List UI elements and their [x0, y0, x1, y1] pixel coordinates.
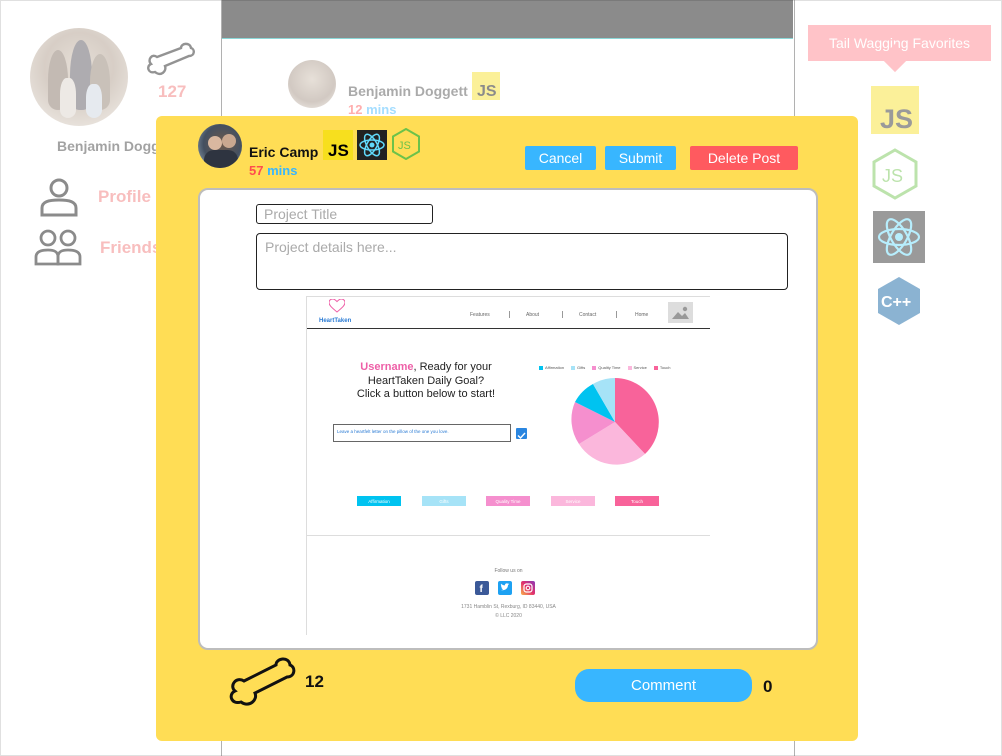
legend-item: Gifts [571, 365, 585, 370]
bone-icon[interactable] [226, 656, 298, 716]
modal-author-name: Eric Camp [249, 144, 319, 160]
bone-score: 127 [158, 82, 187, 101]
profile-avatar[interactable] [30, 28, 128, 126]
svg-text:C++: C++ [881, 294, 911, 311]
username-highlight: Username [360, 361, 414, 373]
react-icon [357, 130, 387, 160]
sidebar-item-profile[interactable]: Profile [38, 176, 151, 218]
preview-copyright: © LLC 2020 [495, 613, 522, 619]
feed-post-time: 12 mins [348, 102, 396, 117]
feed-banner [222, 0, 793, 39]
submit-button[interactable]: Submit [605, 146, 676, 170]
project-title-input[interactable] [256, 204, 433, 224]
comment-button[interactable]: Comment [575, 669, 752, 702]
post-edit-card: HeartTaken Features About Contact Home U… [198, 188, 818, 650]
preview-logo: HeartTaken [319, 318, 352, 324]
headline-text: , Ready for your [413, 361, 492, 373]
svg-text:JS: JS [880, 104, 913, 134]
category-button: Affirmation [357, 496, 401, 506]
feed-post-avatar[interactable] [288, 60, 336, 108]
svg-text:JS: JS [477, 83, 497, 100]
category-button: Service [551, 496, 595, 506]
svg-text:JS: JS [328, 141, 349, 160]
headline-text: Click a button below to start! [356, 388, 496, 400]
facebook-icon: f [475, 581, 489, 595]
legend-item: Service [627, 365, 647, 370]
preview-nav-link: About [526, 312, 540, 318]
preview-nav-link: Contact [579, 312, 597, 318]
modal-post-time: 57 mins [249, 163, 297, 178]
time-unit: mins [267, 163, 298, 178]
cpp-icon[interactable]: C++ [876, 275, 922, 327]
category-button: Quality Time [486, 496, 530, 506]
preview-navbar: HeartTaken Features About Contact Home [307, 297, 710, 329]
checkbox-icon [516, 428, 527, 440]
comment-count: 0 [763, 677, 773, 696]
svg-text:JS: JS [882, 166, 903, 186]
legend-item: Quality Time [592, 365, 621, 370]
twitter-icon [498, 581, 512, 595]
category-button: Touch [615, 496, 659, 506]
project-details-input[interactable] [256, 233, 788, 290]
preview-address: 1731 Hamblin St, Rexburg, ID 83440, USA [461, 604, 556, 610]
heart-icon [329, 299, 345, 313]
bone-count: 12 [305, 672, 324, 691]
sidebar-item-label: Profile [98, 187, 151, 206]
nav-separator [616, 311, 617, 318]
pie-legend: Affirmation Gifts Quality Time Service T… [539, 365, 671, 370]
project-preview-image: HeartTaken Features About Contact Home U… [306, 296, 710, 635]
instagram-icon [521, 581, 535, 595]
nav-separator [509, 311, 510, 318]
headline-text: HeartTaken Daily Goal? [367, 374, 485, 387]
js-icon: JS [323, 130, 353, 160]
nodejs-icon: JS [392, 128, 420, 160]
profile-name: Benjamin Dogg [57, 138, 160, 154]
image-placeholder-icon [668, 302, 693, 323]
svg-text:JS: JS [398, 140, 411, 152]
modal-author-avatar[interactable] [198, 124, 242, 168]
bone-icon [147, 42, 195, 76]
people-icon [34, 229, 82, 266]
legend-item: Affirmation [539, 365, 564, 370]
edit-post-modal: Eric Camp 57 mins JS JS Cancel Submit De… [156, 116, 858, 741]
preview-divider [307, 535, 710, 536]
time-unit: mins [366, 102, 397, 117]
legend-item: Touch [653, 365, 671, 370]
js-icon[interactable]: JS [871, 86, 919, 134]
delete-post-button[interactable]: Delete Post [690, 146, 798, 170]
preview-nav-link: Features [470, 312, 490, 318]
svg-text:f: f [480, 584, 484, 595]
cancel-button[interactable]: Cancel [525, 146, 596, 170]
preview-pie-chart [571, 378, 659, 465]
person-icon [40, 178, 78, 217]
follow-text: Follow us on [494, 568, 523, 574]
js-icon: JS [472, 72, 500, 100]
feed-post-author: Benjamin Doggett [348, 83, 468, 99]
preview-nav-link: Home [635, 312, 649, 318]
sidebar-item-friends[interactable]: Friends [34, 228, 161, 268]
nodejs-icon[interactable]: JS [872, 148, 918, 200]
preview-headline: Username, Ready for your HeartTaken Dail… [341, 361, 511, 402]
react-icon[interactable] [873, 211, 925, 263]
nav-separator [562, 311, 563, 318]
time-value: 12 [348, 102, 363, 117]
sidebar-item-label: Friends [100, 238, 162, 257]
category-button: Gifts [422, 496, 466, 506]
preview-goal-field: Leave a heartfelt letter on the pillow o… [333, 424, 511, 442]
time-value: 57 [249, 163, 264, 178]
